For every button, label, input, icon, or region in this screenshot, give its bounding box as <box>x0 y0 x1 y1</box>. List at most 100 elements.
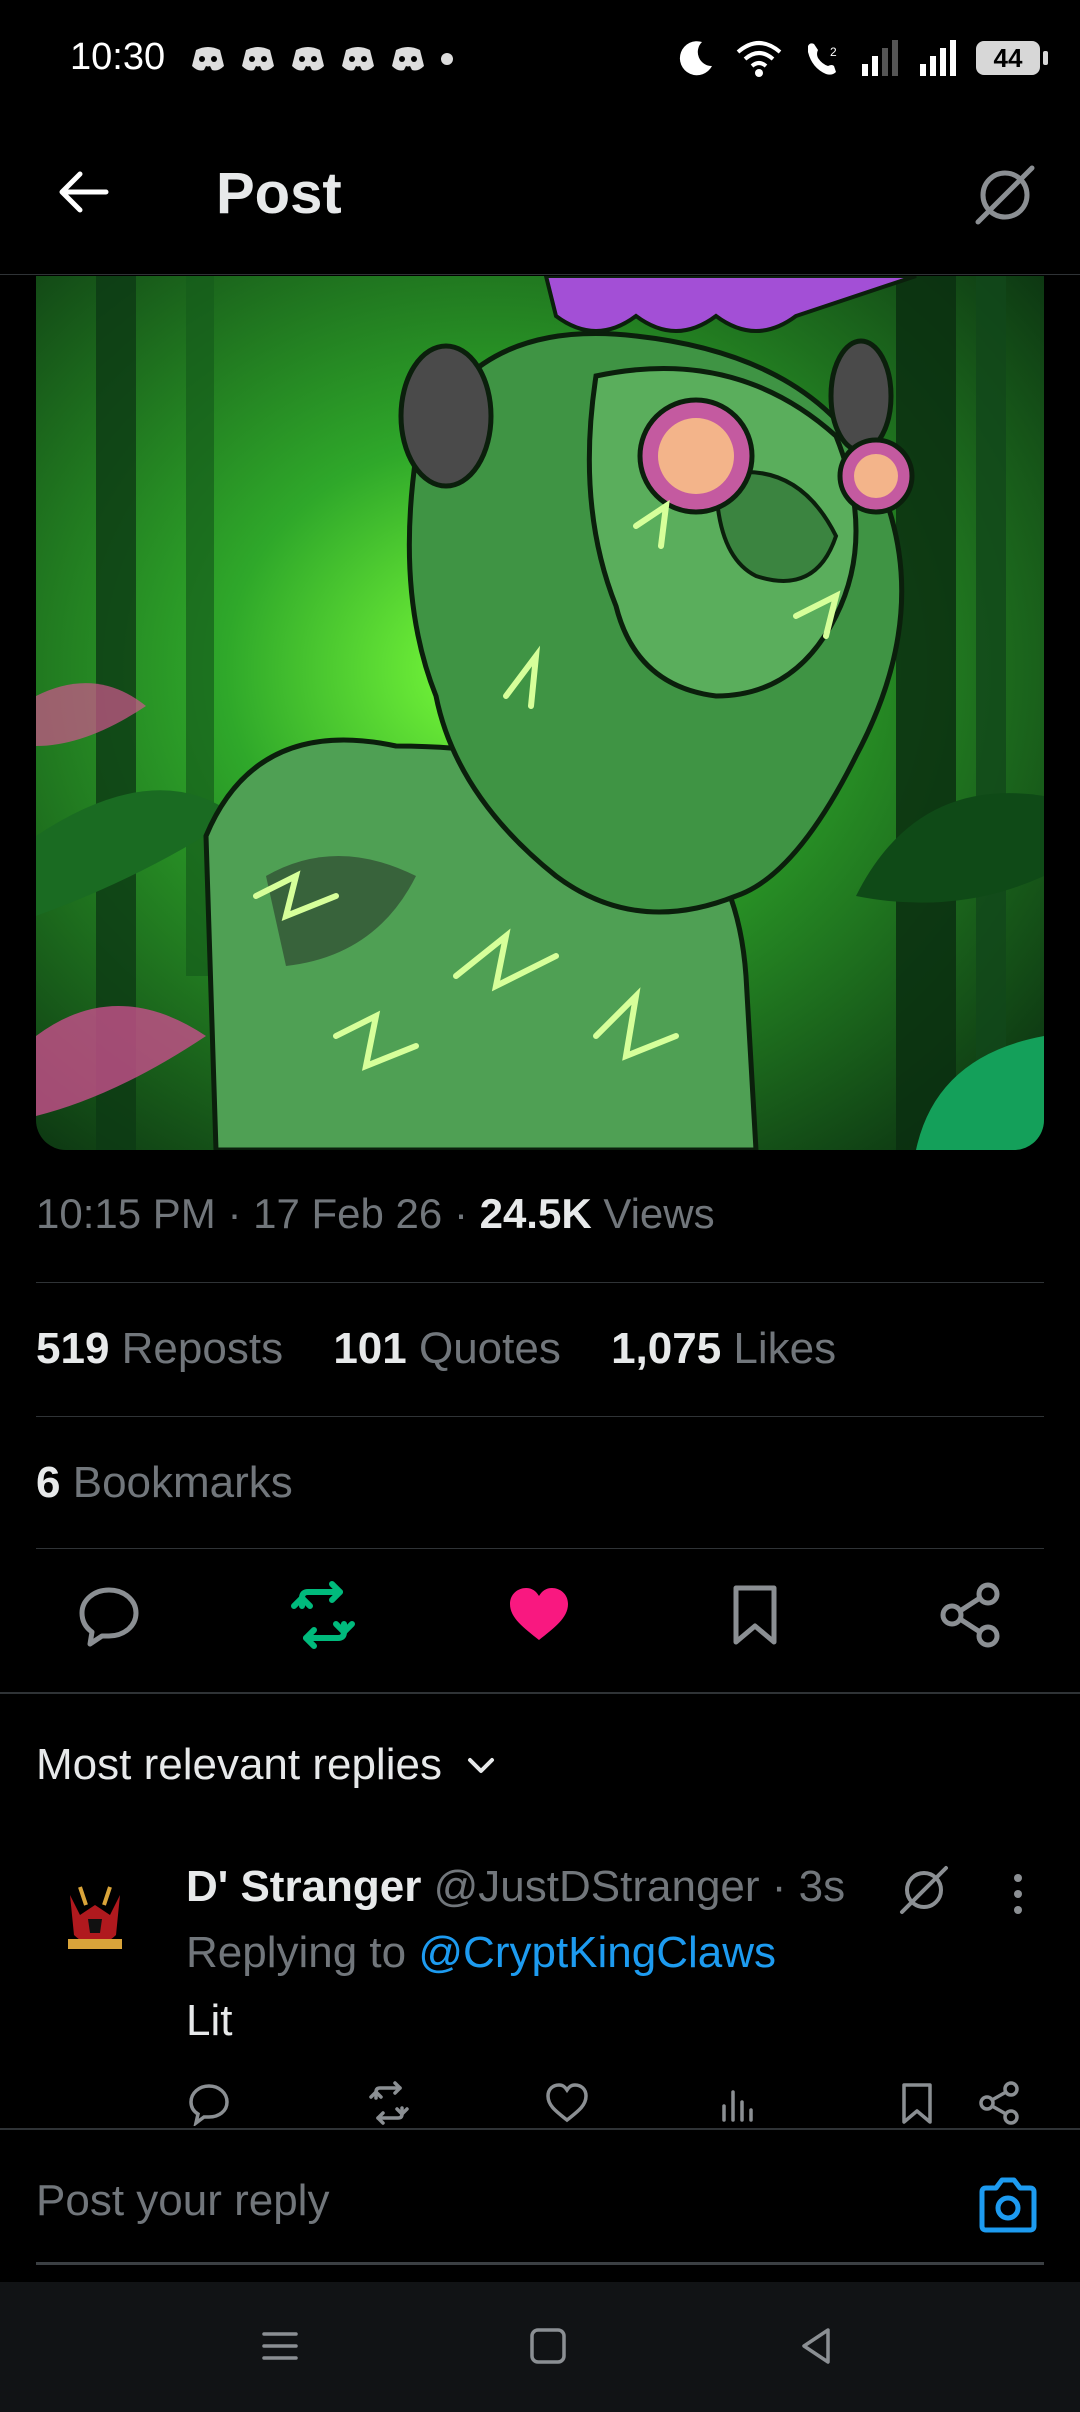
more-notifications-dot-icon <box>441 53 453 65</box>
home-button[interactable] <box>524 2322 572 2370</box>
share-icon <box>940 1582 1000 1648</box>
reply-button[interactable] <box>74 1580 144 1650</box>
post-image[interactable] <box>36 276 1044 1150</box>
reply-grok-button[interactable] <box>896 1862 952 1918</box>
quotes-label: Quotes <box>418 1324 561 1373</box>
likes-label: Likes <box>733 1324 837 1373</box>
wifi-calling-icon: 2 <box>808 43 837 75</box>
reply-more-button[interactable] <box>1006 1870 1030 1918</box>
reply-views-button[interactable] <box>716 2080 762 2126</box>
reply-bookmark-button[interactable] <box>894 2080 940 2126</box>
menu-lines-icon <box>262 2332 298 2360</box>
divider <box>36 1548 1044 1549</box>
signal-strength-sim2-icon <box>920 40 956 76</box>
reposts-stat[interactable]: 519 Reposts <box>36 1324 283 1374</box>
reposts-count: 519 <box>36 1324 110 1373</box>
divider <box>36 1416 1044 1417</box>
reply-author-handle[interactable]: @JustDStranger <box>434 1862 760 1911</box>
more-vertical-icon <box>1014 1874 1022 1914</box>
replying-to-prefix: Replying to <box>186 1928 407 1977</box>
views-label: Views <box>603 1190 715 1237</box>
chevron-down-icon <box>467 1758 494 1773</box>
share-icon <box>979 2081 1019 2125</box>
reply-author-line: D' Stranger @JustDStranger · 3s <box>186 1862 845 1912</box>
replies-sort-dropdown[interactable]: Most relevant replies <box>36 1740 498 1790</box>
engagement-stats: 519 Reposts 101 Quotes 1,075 Likes <box>36 1324 874 1374</box>
grok-button[interactable] <box>970 160 1040 230</box>
analytics-icon <box>722 2090 753 2122</box>
notification-icons <box>190 44 454 74</box>
recent-apps-button[interactable] <box>256 2322 304 2370</box>
quotes-count: 101 <box>333 1324 407 1373</box>
replies-sort-label: Most relevant replies <box>36 1740 442 1789</box>
signal-strength-sim1-icon <box>862 40 898 76</box>
quotes-stat[interactable]: 101 Quotes <box>333 1324 561 1374</box>
bookmarks-count: 6 <box>36 1458 61 1507</box>
reply-icon <box>189 2084 229 2128</box>
discord-notification-icon <box>192 47 224 71</box>
discord-notification-icon <box>342 47 374 71</box>
reply-time: 3s <box>798 1862 846 1911</box>
post-time: 10:15 PM <box>36 1190 216 1237</box>
heart-outline-icon <box>546 2083 588 2123</box>
do-not-disturb-moon-icon <box>679 41 712 76</box>
reply-avatar-image <box>50 1875 140 1965</box>
system-status-icons: 2 44 <box>676 38 1048 78</box>
wifi-icon <box>736 41 782 77</box>
back-nav-button[interactable] <box>792 2322 840 2370</box>
camera-icon <box>979 2177 1037 2233</box>
reply-share-button[interactable] <box>976 2080 1022 2126</box>
bookmarks-stat[interactable]: 6 Bookmarks <box>36 1458 293 1508</box>
reply-input[interactable] <box>36 2176 916 2226</box>
reply-like-button[interactable] <box>544 2080 590 2126</box>
like-button[interactable] <box>504 1580 574 1650</box>
post-meta: 10:15 PM · 17 Feb 26 · 24.5K Views <box>36 1190 715 1238</box>
likes-count: 1,075 <box>611 1324 722 1373</box>
top-app-bar <box>0 120 1080 275</box>
camera-button[interactable] <box>976 2176 1040 2236</box>
battery-indicator: 44 <box>976 41 1048 75</box>
meta-separator: · <box>227 1190 254 1237</box>
discord-notification-icon <box>392 47 424 71</box>
grok-icon <box>975 165 1035 225</box>
bookmarks-label: Bookmarks <box>72 1458 293 1507</box>
replying-to-mention[interactable]: @CryptKingClaws <box>418 1928 776 1977</box>
home-square-icon <box>530 2328 566 2364</box>
reply-text: Lit <box>186 1996 233 2045</box>
reply-reply-button[interactable] <box>186 2080 232 2128</box>
bookmark-icon <box>733 1585 777 1645</box>
replying-to-line: Replying to @CryptKingClaws <box>186 1928 776 1978</box>
views-count: 24.5K <box>479 1190 592 1237</box>
repost-icon <box>291 1581 355 1649</box>
reply-input-underline <box>36 2262 1044 2265</box>
reply-action-bar <box>0 2080 1080 2130</box>
svg-text:2: 2 <box>830 45 837 59</box>
system-navigation-bar <box>0 2282 1080 2412</box>
post-date: 17 Feb 26 <box>253 1190 443 1237</box>
page-title: Post <box>216 161 342 226</box>
bookmark-icon <box>902 2083 932 2124</box>
battery-level: 44 <box>993 42 1023 73</box>
reposts-label: Reposts <box>121 1324 284 1373</box>
status-time: 10:30 <box>70 36 166 78</box>
reply-repost-button[interactable] <box>366 2080 412 2126</box>
meta-separator: · <box>771 1862 787 1911</box>
post-action-bar <box>0 1580 1080 1662</box>
discord-notification-icon <box>292 47 324 71</box>
repost-icon <box>369 2081 409 2125</box>
section-divider <box>0 1692 1080 1694</box>
heart-filled-icon <box>510 1588 568 1640</box>
reply-author-name[interactable]: D' Stranger <box>186 1862 421 1911</box>
back-arrow-icon <box>59 171 109 213</box>
repost-button[interactable] <box>288 1580 358 1650</box>
reply-icon <box>79 1587 139 1647</box>
divider <box>36 1282 1044 1283</box>
back-button[interactable] <box>52 160 116 224</box>
discord-notification-icon <box>242 47 274 71</box>
share-button[interactable] <box>936 1580 1006 1650</box>
bookmark-button[interactable] <box>720 1580 790 1650</box>
grok-icon <box>900 1866 948 1914</box>
avatar[interactable] <box>50 1875 140 1965</box>
likes-stat[interactable]: 1,075 Likes <box>611 1324 836 1374</box>
meta-separator: · <box>453 1190 480 1237</box>
